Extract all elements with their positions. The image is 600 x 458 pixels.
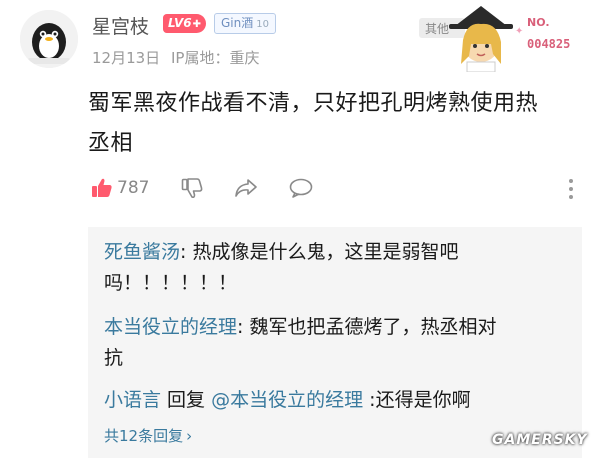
- dislike-button[interactable]: [180, 176, 204, 200]
- more-vertical-icon: [569, 179, 573, 199]
- anime-girl-sticker-icon: 其他 NO. 004825 ✦: [415, 4, 585, 73]
- more-options-button[interactable]: [564, 176, 578, 202]
- watermark: GAMERSKY: [492, 432, 588, 448]
- reply-author[interactable]: 死鱼酱汤: [104, 241, 180, 263]
- like-count: 787: [117, 178, 150, 198]
- reply-author[interactable]: 本当役立的经理: [104, 316, 237, 338]
- post-content-line: 丞相: [88, 131, 134, 156]
- fan-badge[interactable]: Gin酒 10: [214, 13, 276, 34]
- reply-target-mention[interactable]: @本当役立的经理: [211, 389, 363, 411]
- sticker-number: 004825: [527, 37, 570, 51]
- avatar[interactable]: [20, 10, 78, 68]
- thumbs-down-icon: [181, 178, 203, 199]
- reply-separator: :: [237, 316, 250, 338]
- comment-button[interactable]: [288, 176, 314, 200]
- sticker-no-label: NO.: [527, 16, 550, 29]
- fan-badge-name: Gin酒: [221, 16, 254, 30]
- username[interactable]: 星宫枝: [92, 12, 149, 39]
- reply-item[interactable]: 小语言 回复 @本当役立的经理 :还得是你啊: [104, 385, 572, 416]
- post-meta: 12月13日 IP属地：重庆: [92, 47, 265, 68]
- reply-separator: :: [180, 241, 193, 263]
- fan-badge-level: 10: [256, 19, 269, 30]
- reply-text: 魏军也把孟德烤了，热丞相对: [249, 316, 497, 338]
- level-badge-plus-icon: ✚: [192, 19, 202, 30]
- reply-text: :还得是你啊: [363, 389, 471, 411]
- post-content-line: 蜀军黑夜作战看不清，只好把孔明烤熟使用热: [88, 91, 539, 116]
- sticker-label: 其他: [425, 22, 449, 36]
- ip-location: IP属地：重庆: [170, 49, 260, 67]
- share-arrow-icon: [235, 179, 257, 197]
- reply-author[interactable]: 小语言: [104, 389, 161, 411]
- view-all-replies-link[interactable]: 共12条回复 ›: [104, 425, 192, 446]
- svg-text:✦: ✦: [515, 26, 523, 37]
- reply-preview-box[interactable]: 死鱼酱汤: 热成像是什么鬼，这里是弱智吧 吗！！！！！！ 本当役立的经理: 魏军…: [88, 227, 582, 458]
- reply-text: 吗！！！！！！: [104, 272, 238, 294]
- reply-count-label: 共12条回复: [104, 427, 184, 445]
- collectible-sticker[interactable]: 其他 NO. 004825 ✦: [415, 4, 585, 73]
- chevron-right-icon: ›: [186, 427, 193, 445]
- reply-item[interactable]: 死鱼酱汤: 热成像是什么鬼，这里是弱智吧 吗！！！！！！: [104, 237, 572, 299]
- post-content: 蜀军黑夜作战看不清，只好把孔明烤熟使用热 丞相: [88, 84, 578, 164]
- reply-text: 热成像是什么鬼，这里是弱智吧: [192, 241, 459, 263]
- reply-text: 抗: [104, 347, 124, 369]
- level-badge-text: LV6: [168, 16, 192, 30]
- thumbs-up-icon: [92, 178, 112, 197]
- share-button[interactable]: [233, 176, 259, 200]
- like-button[interactable]: 787: [90, 176, 149, 200]
- action-bar: 787: [90, 176, 585, 202]
- qq-penguin-avatar-icon: [20, 10, 78, 68]
- post-date: 12月13日: [92, 49, 161, 67]
- reply-verb: 回复: [161, 389, 212, 411]
- reply-item[interactable]: 本当役立的经理: 魏军也把孟德烤了，热丞相对 抗: [104, 312, 572, 374]
- comment-bubble-icon: [289, 178, 313, 198]
- level-badge: LV6✚: [163, 14, 207, 33]
